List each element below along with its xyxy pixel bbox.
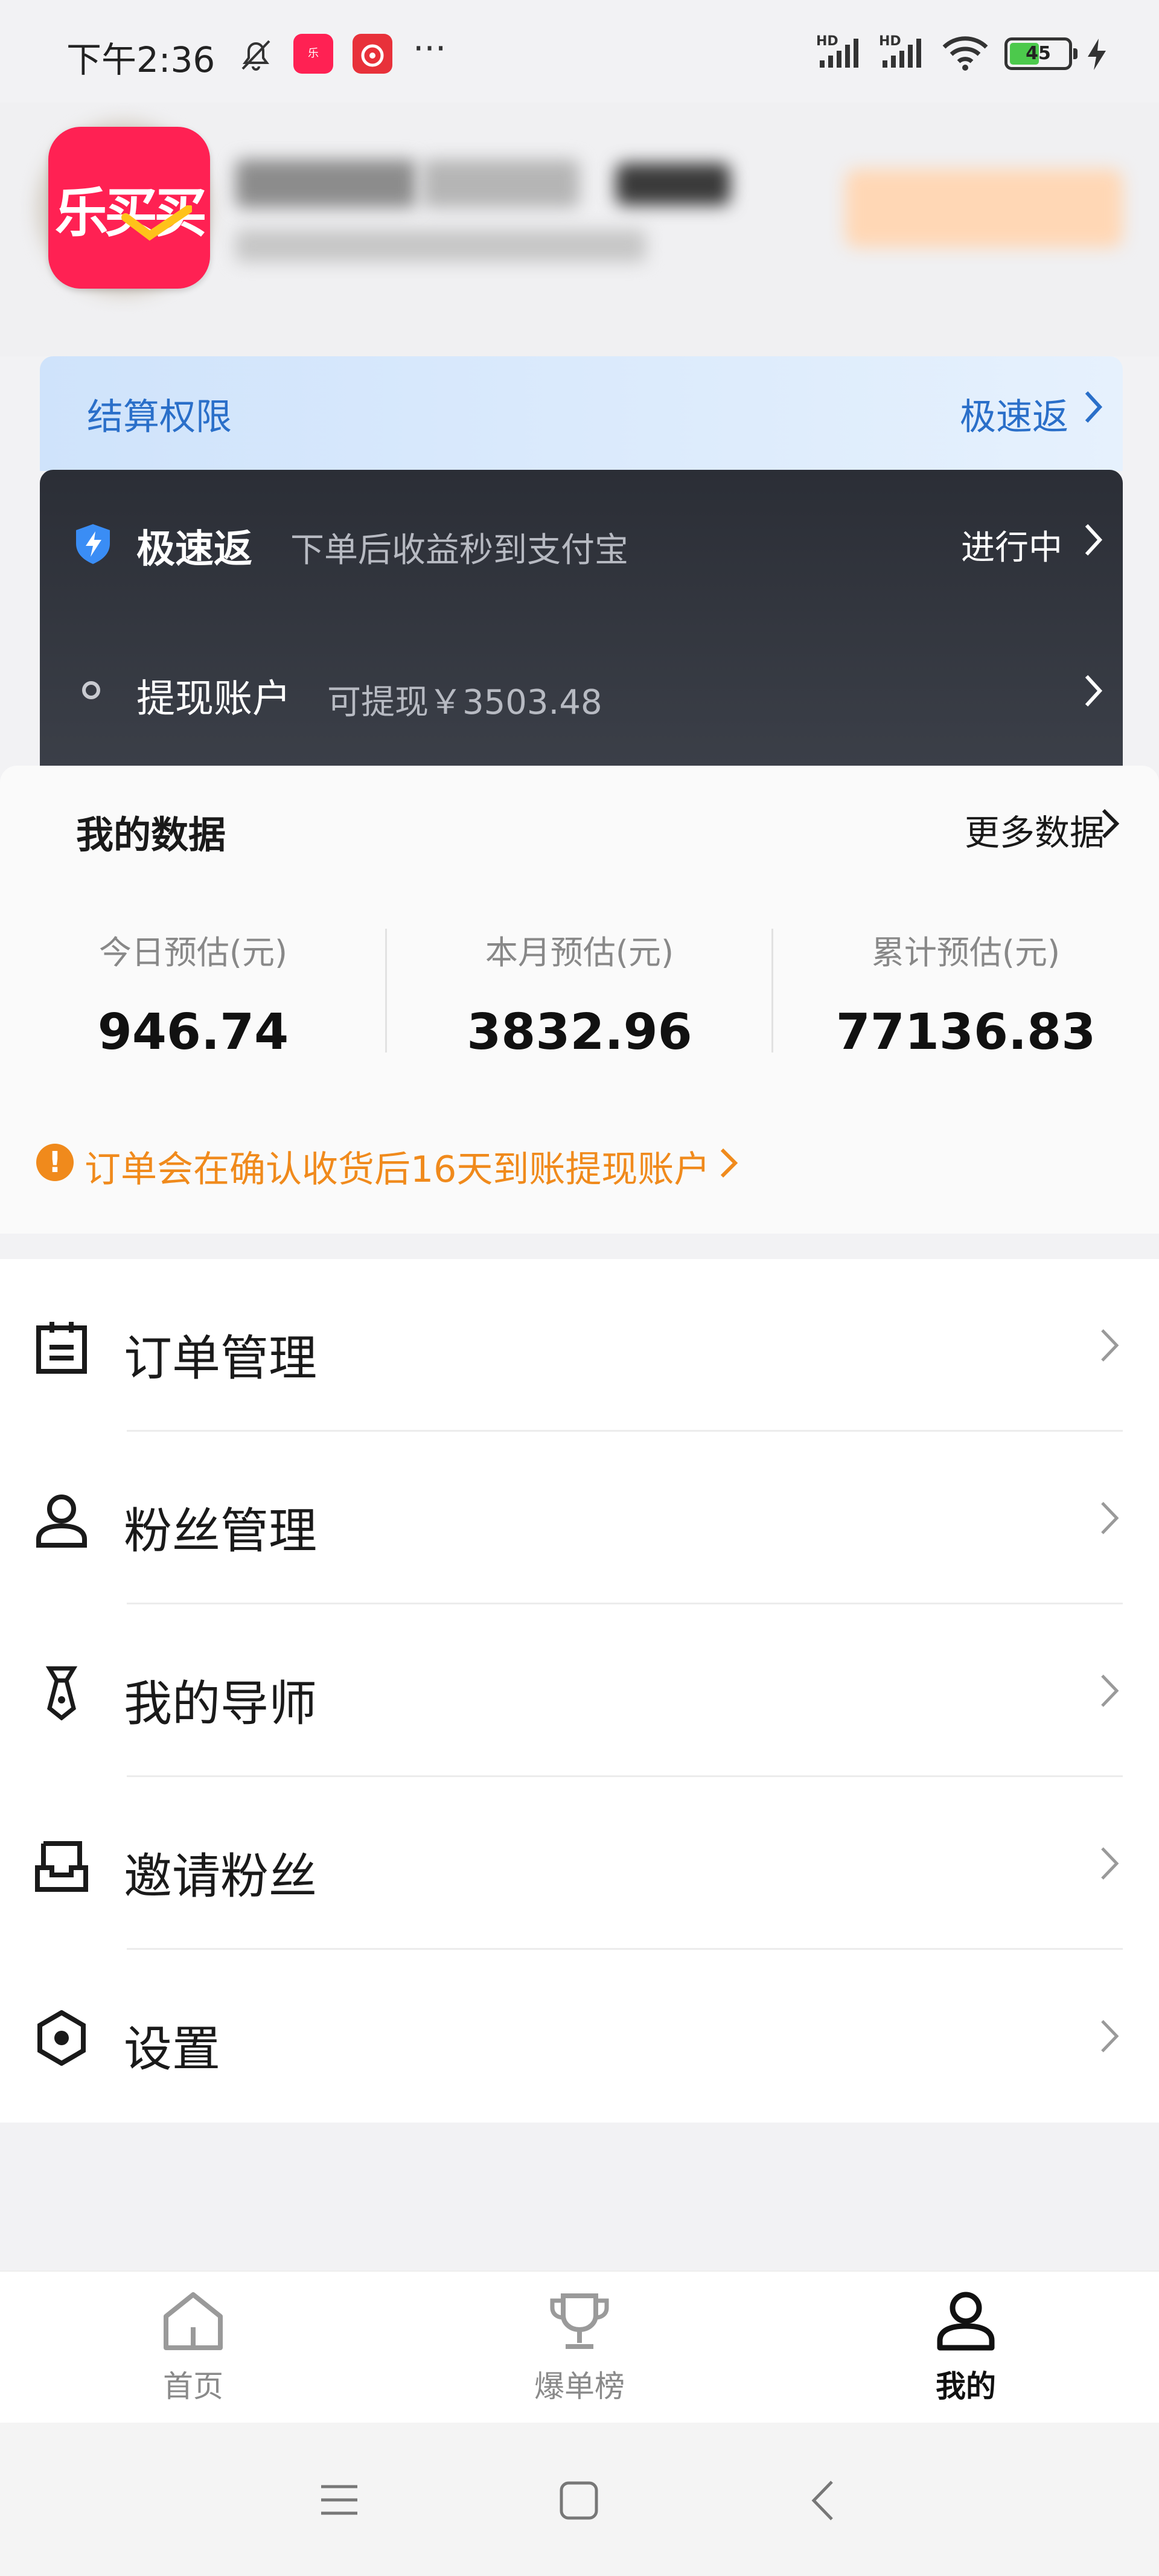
menu-item-label: 邀请粉丝 [124, 1848, 317, 1905]
chevron-right-icon[interactable] [1082, 673, 1106, 709]
fast-return-status[interactable]: 进行中 [961, 521, 1062, 569]
back-icon[interactable] [809, 2479, 835, 2522]
profile-action-button[interactable] [845, 169, 1123, 248]
menu-list: 订单管理 粉丝管理 我的导师 邀请粉丝 设置 [0, 1259, 1159, 2123]
chevron-right-icon [1101, 1674, 1119, 1707]
menu-item-label: 订单管理 [124, 1330, 317, 1386]
profile-level-badge [616, 163, 730, 205]
tie-icon [45, 1666, 78, 1720]
gear-icon [37, 2010, 86, 2066]
stat-value: 946.74 [97, 1004, 289, 1061]
clipboard-icon [36, 1322, 87, 1374]
menu-item-fans[interactable]: 粉丝管理 [0, 1432, 1159, 1604]
chevron-right-icon[interactable] [1100, 807, 1122, 841]
app-logo: 乐买买 [48, 127, 210, 289]
menu-item-label: 设置 [124, 2021, 220, 2077]
withdraw-title[interactable]: 提现账户 [136, 668, 291, 723]
stat-label: 累计预估(元) [871, 934, 1061, 972]
profile-name-blurred [235, 159, 417, 208]
tab-home[interactable]: 首页 [78, 2290, 308, 2406]
menu-item-invite[interactable]: 邀请粉丝 [0, 1777, 1159, 1950]
tab-hot-list[interactable]: 爆单榜 [465, 2290, 694, 2406]
battery-icon: 45 [1004, 37, 1078, 70]
stat-label: 本月预估(元) [485, 934, 674, 972]
chevron-right-icon [1085, 391, 1103, 423]
logo-check-icon [121, 205, 192, 241]
menu-item-orders[interactable]: 订单管理 [0, 1259, 1159, 1432]
inbox-icon [35, 1841, 88, 1892]
stat-total[interactable]: 累计预估(元) 77136.83 [773, 926, 1159, 1061]
fast-return-link[interactable]: 极速返 [960, 388, 1068, 440]
bottom-tab-bar: 首页 爆单榜 我的 [0, 2270, 1159, 2424]
person-icon [36, 1495, 87, 1548]
menu-item-label: 粉丝管理 [124, 1503, 317, 1559]
stat-label: 今日预估(元) [98, 934, 288, 972]
stat-today[interactable]: 今日预估(元) 946.74 [0, 926, 386, 1061]
profile-icon [937, 2292, 995, 2351]
chevron-right-icon[interactable] [1082, 522, 1106, 558]
menu-item-label: 我的导师 [124, 1676, 317, 1732]
trophy-icon [550, 2293, 609, 2349]
settlement-title: 结算权限 [87, 396, 232, 438]
chevron-right-icon [1101, 1502, 1119, 1534]
app-notification-icon: 乐 [293, 34, 333, 74]
tab-label: 首页 [163, 2369, 223, 2404]
chevron-right-icon [1101, 1847, 1119, 1880]
fast-return-desc: 下单后收益秒到支付宝 [290, 531, 628, 570]
tab-label: 我的 [936, 2369, 996, 2404]
status-bar: 下午2:36 乐 ··· HD HD 45 [0, 0, 1159, 103]
withdraw-dot-icon [82, 681, 100, 699]
more-notifications: ··· [413, 28, 447, 69]
withdraw-amount: 可提现￥3503.48 [327, 683, 602, 722]
profile-sub-blurred [235, 229, 646, 262]
menu-item-settings[interactable]: 设置 [0, 1950, 1159, 2123]
home-icon [164, 2292, 223, 2350]
music-app-icon [353, 34, 392, 74]
home-button-icon[interactable] [559, 2481, 599, 2520]
settlement-card[interactable]: 结算权限 极速返 [40, 356, 1123, 471]
chevron-right-icon [720, 1148, 738, 1178]
my-data-title: 我的数据 [76, 813, 226, 857]
chevron-right-icon [1101, 2020, 1119, 2052]
chevron-right-icon [1101, 1329, 1119, 1362]
notice-text: 订单会在确认收货后16天到账提现账户 [85, 1149, 710, 1191]
status-time: 下午2:36 [66, 39, 216, 80]
tab-mine[interactable]: 我的 [851, 2290, 1081, 2406]
my-data-section: 我的数据 更多数据 今日预估(元) 946.74 本月预估(元) 3832.96… [0, 766, 1159, 1234]
wifi-icon [942, 36, 988, 71]
profile-role-blurred [423, 159, 580, 208]
settlement-dark-panel: 极速返 下单后收益秒到支付宝 进行中 提现账户 可提现￥3503.48 [40, 470, 1123, 766]
warning-icon: ! [36, 1144, 74, 1181]
system-nav-bar [0, 2423, 1159, 2576]
lightning-shield-icon [76, 524, 110, 564]
stat-month[interactable]: 本月预估(元) 3832.96 [386, 926, 773, 1061]
fast-return-title: 极速返 [136, 527, 252, 572]
bell-off-icon [241, 40, 270, 71]
menu-item-mentor[interactable]: 我的导师 [0, 1604, 1159, 1777]
stat-value: 77136.83 [835, 1004, 1096, 1061]
tab-label: 爆单榜 [534, 2369, 625, 2404]
more-data-link[interactable]: 更多数据 [965, 804, 1105, 855]
stat-value: 3832.96 [467, 1004, 692, 1061]
charging-icon [1088, 39, 1106, 70]
menu-icon[interactable] [320, 2483, 359, 2517]
